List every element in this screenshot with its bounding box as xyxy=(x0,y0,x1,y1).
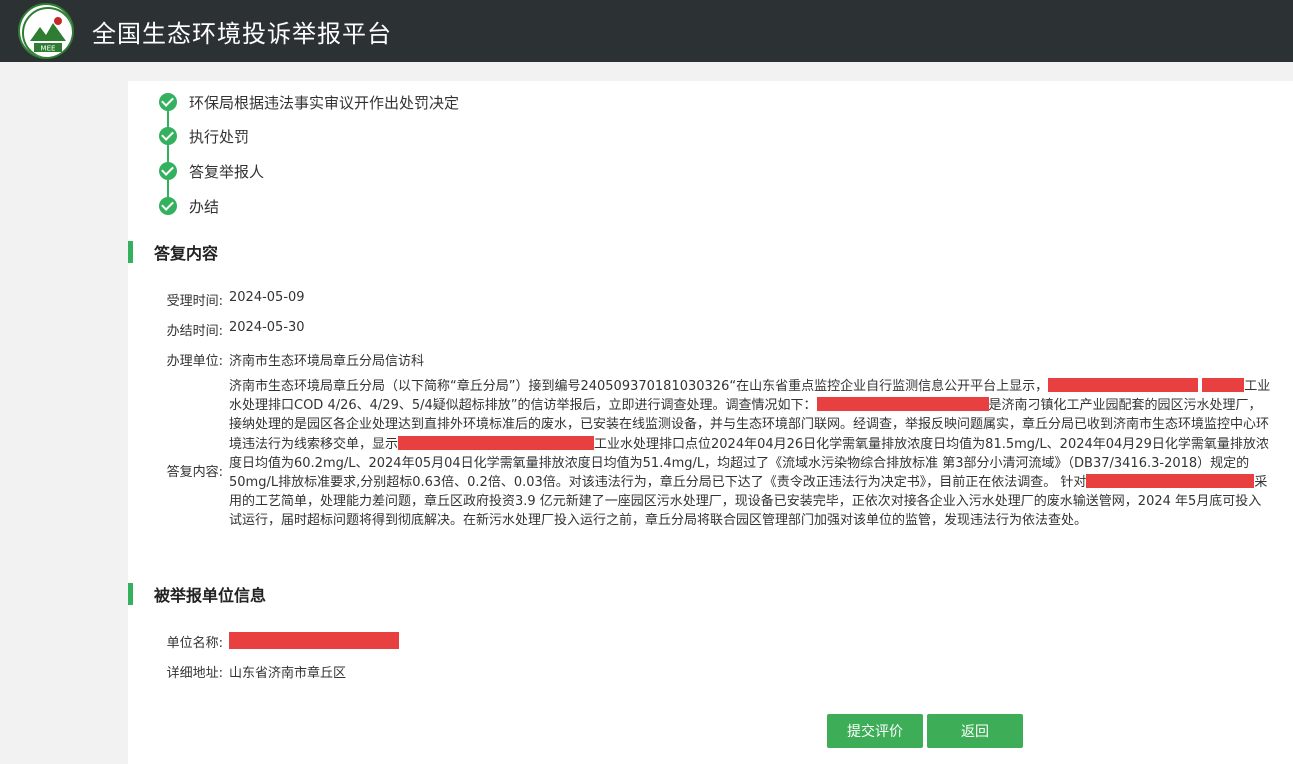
redaction-block xyxy=(398,435,595,450)
field-label: 答复内容: xyxy=(166,465,223,480)
accept-time-value: 2024-05-09 xyxy=(229,290,305,305)
field-label: 单位名称: xyxy=(166,636,223,651)
step-label: 环保局根据违法事实审议开作出处罚决定 xyxy=(189,93,460,112)
reported-unit-section-header: 被举报单位信息 xyxy=(128,583,266,605)
redaction-block xyxy=(1202,378,1245,392)
redaction-block xyxy=(816,397,989,412)
back-button[interactable]: 返回 xyxy=(927,714,1023,748)
section-title: 被举报单位信息 xyxy=(154,586,267,605)
main-content-panel: 环保局根据违法事实审议开作出处罚决定 执行处罚 答复举报人 办结 答复内容 受理… xyxy=(128,81,1293,764)
redaction-block xyxy=(1048,378,1199,392)
field-label: 受理时间: xyxy=(166,294,223,309)
check-circle-icon xyxy=(159,127,177,145)
step-label: 办结 xyxy=(189,197,220,216)
submit-rating-button[interactable]: 提交评价 xyxy=(827,714,923,748)
platform-title: 全国生态环境投诉举报平台 xyxy=(92,20,392,48)
mee-logo: MEE xyxy=(18,3,74,59)
handler-value: 济南市生态环境局章丘分局信访科 xyxy=(229,354,425,369)
timeline-step: 执行处罚 xyxy=(159,124,249,148)
timeline-connector xyxy=(167,105,169,207)
step-label: 执行处罚 xyxy=(189,127,250,146)
field-label: 办理单位: xyxy=(166,354,223,369)
finish-time-value: 2024-05-30 xyxy=(229,320,305,335)
reply-text-part: 济南市生态环境局章丘分局（以下简称“章丘分局”）接到编号240509370181… xyxy=(229,379,1049,394)
address-value: 山东省济南市章丘区 xyxy=(229,666,347,681)
section-accent-bar xyxy=(128,241,133,263)
timeline-step: 答复举报人 xyxy=(159,159,264,183)
reply-section-header: 答复内容 xyxy=(128,241,218,263)
timeline-step: 环保局根据违法事实审议开作出处罚决定 xyxy=(159,90,459,114)
check-circle-icon xyxy=(159,93,177,111)
redaction-block xyxy=(229,632,399,649)
step-label: 答复举报人 xyxy=(189,162,265,181)
svg-text:MEE: MEE xyxy=(41,45,56,53)
reply-content-text: 济南市生态环境局章丘分局（以下简称“章丘分局”）接到编号240509370181… xyxy=(229,377,1274,531)
section-accent-bar xyxy=(128,583,133,605)
unit-name-value xyxy=(229,632,399,651)
field-label: 办结时间: xyxy=(166,324,223,339)
section-title: 答复内容 xyxy=(154,244,219,263)
check-circle-icon xyxy=(159,162,177,180)
redaction-block xyxy=(1086,474,1255,489)
check-circle-icon xyxy=(159,197,177,215)
top-header-bar: MEE 全国生态环境投诉举报平台 xyxy=(0,0,1293,62)
field-label: 详细地址: xyxy=(166,666,223,681)
timeline-step: 办结 xyxy=(159,194,219,218)
